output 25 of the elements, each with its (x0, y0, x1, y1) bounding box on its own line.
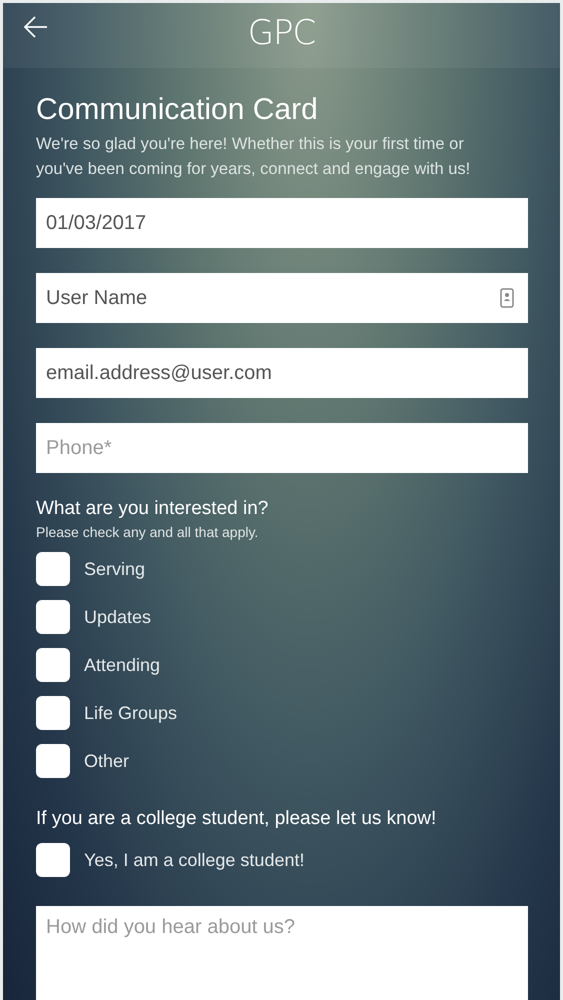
input-field[interactable]: User Name (36, 273, 528, 323)
checkbox[interactable] (36, 744, 70, 778)
checkbox-label: Other (84, 750, 130, 772)
section-heading: If you are a college student, please let us know! (36, 807, 438, 831)
contact-card-icon (499, 287, 515, 309)
text-area[interactable]: How did you hear about us? (36, 906, 528, 1000)
input-field[interactable]: 01/03/2017 (36, 198, 528, 248)
checkbox-label: Life Groups (84, 702, 178, 724)
input-field[interactable]: email.address@user.com (36, 348, 528, 398)
back-arrow-icon[interactable] (22, 15, 49, 39)
app-logo: GPC (248, 12, 316, 52)
checkbox[interactable] (36, 552, 70, 586)
input-field[interactable]: Phone* (36, 423, 528, 473)
intro-text: We're so glad you're here! Whether this is your first time or you've been coming for years, connect and engage with us! (36, 134, 472, 180)
checkbox[interactable] (36, 696, 70, 730)
checkbox[interactable] (36, 843, 70, 877)
checkbox-label: Attending (84, 654, 160, 676)
page-title: Communication Card (36, 92, 319, 128)
checkbox[interactable] (36, 648, 70, 682)
checkbox-label: Updates (84, 606, 152, 628)
checkbox-label: Yes, I am a college student! (84, 850, 304, 870)
hint-text: Please check any and all that apply. (36, 524, 260, 540)
section-heading: What are you interested in? (36, 497, 270, 521)
checkbox[interactable] (36, 600, 70, 634)
checkbox-label: Serving (84, 558, 146, 580)
